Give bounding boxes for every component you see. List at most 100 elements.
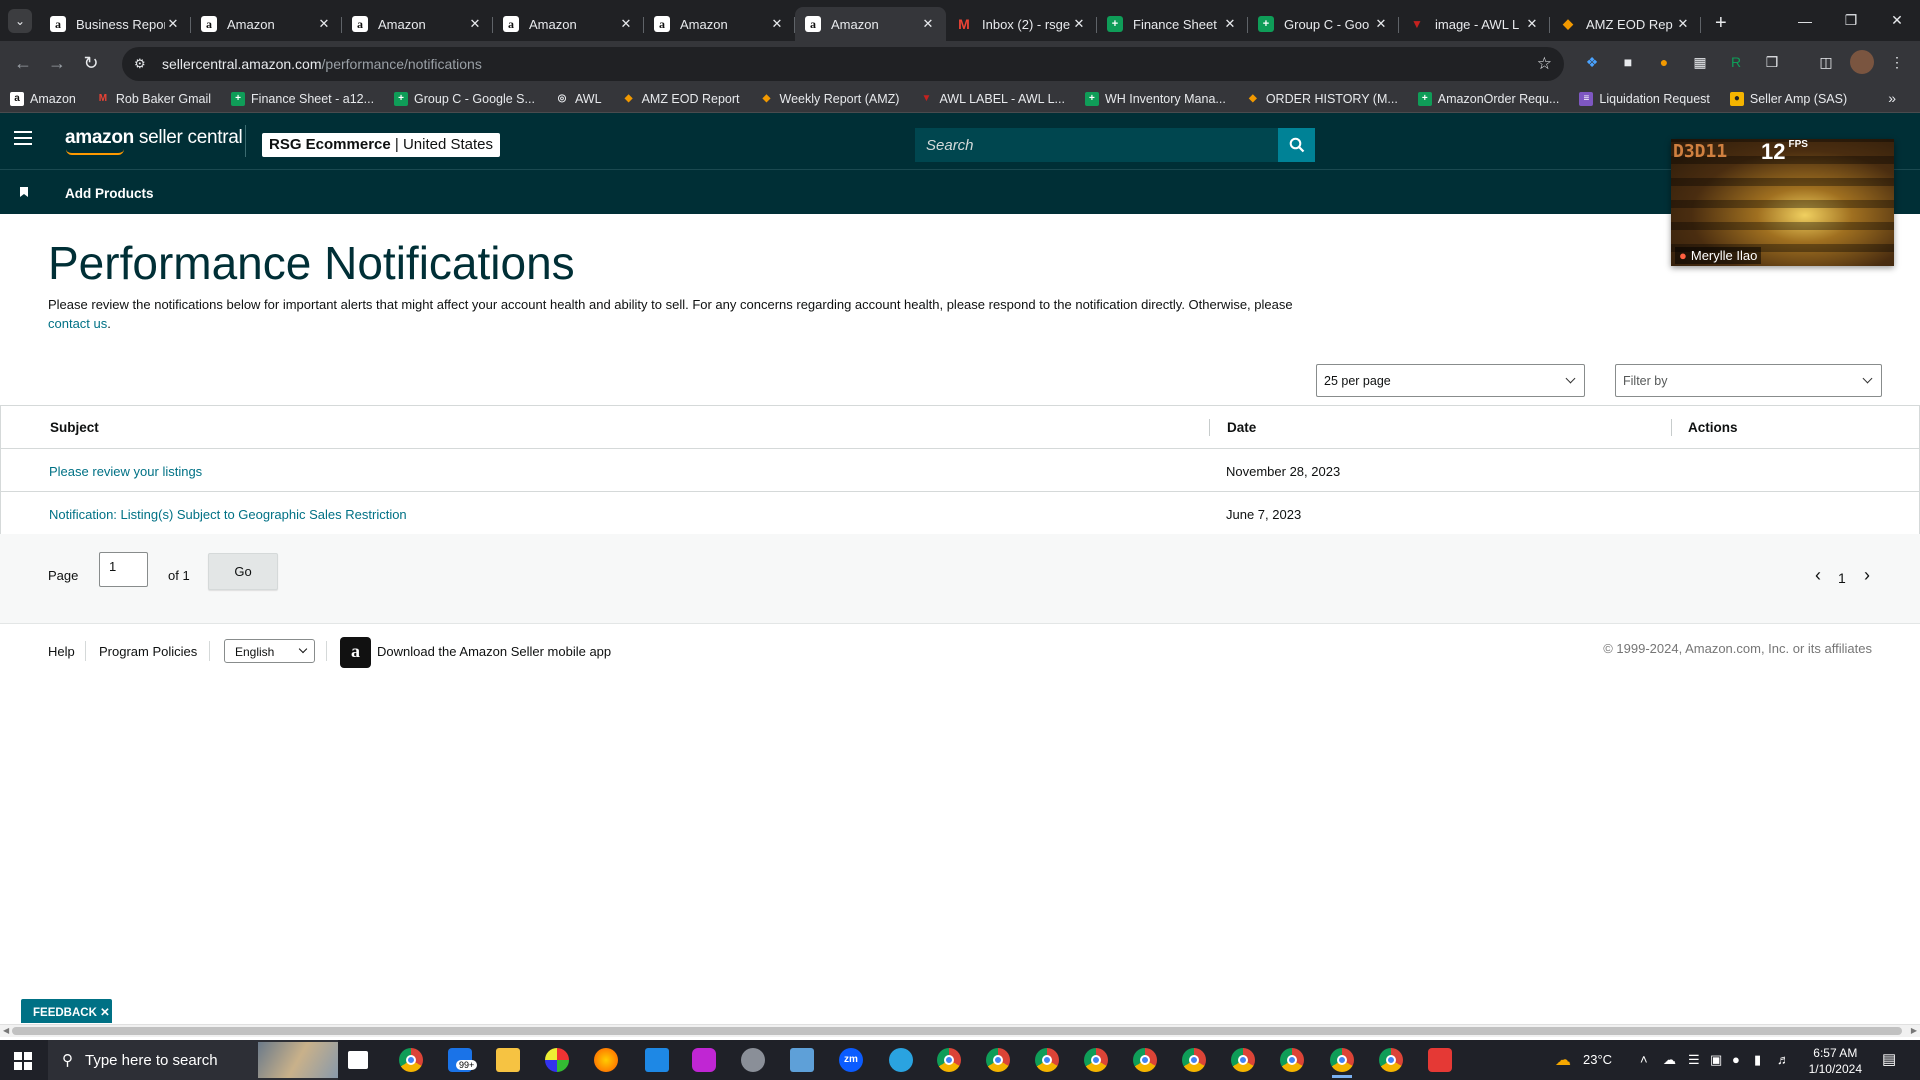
cloud-icon[interactable]: ☁	[1663, 1052, 1676, 1068]
extension-chart-icon[interactable]: ▦	[1688, 50, 1712, 74]
notifications-icon[interactable]: ▤	[1882, 1050, 1896, 1068]
language-select[interactable]: English	[224, 639, 315, 663]
microphone-icon[interactable]: ●	[1732, 1052, 1740, 1067]
extension-diamond-icon[interactable]: ❖	[1580, 50, 1604, 74]
tab-close-icon[interactable]: ✕	[618, 16, 634, 32]
close-window-icon[interactable]: ✕	[1874, 0, 1920, 41]
bookmark-icon[interactable]	[20, 187, 28, 197]
column-header-subject[interactable]: Subject	[50, 420, 99, 435]
chrome-profile-icon[interactable]	[1231, 1048, 1255, 1072]
current-page-number[interactable]: 1	[1838, 570, 1846, 586]
zoom-icon[interactable]: zm	[839, 1048, 863, 1072]
bookmark-item[interactable]: M Rob Baker Gmail	[96, 92, 211, 106]
forward-arrow-icon[interactable]: →	[40, 46, 74, 80]
column-header-date[interactable]: Date	[1227, 420, 1256, 435]
reload-icon[interactable]: ↻	[74, 46, 108, 80]
wps-office-icon[interactable]	[692, 1048, 716, 1072]
weather-icon[interactable]: ☁	[1555, 1050, 1571, 1070]
bookmark-item[interactable]: ≡ Liquidation Request	[1579, 91, 1710, 106]
taskbar-search-box[interactable]: ⚲ Type here to search	[48, 1040, 338, 1080]
chrome-profile-icon[interactable]	[1084, 1048, 1108, 1072]
taskbar-clock[interactable]: 6:57 AM 1/10/2024	[1809, 1045, 1862, 1077]
bookmark-item[interactable]: ◆ Weekly Report (AMZ)	[760, 92, 900, 106]
bookmark-item[interactable]: ● Seller Amp (SAS)	[1729, 91, 1847, 106]
tab-close-icon[interactable]: ✕	[316, 16, 332, 32]
browser-tab[interactable]: a Amazon ✕	[342, 7, 493, 41]
bookmark-item[interactable]: + WH Inventory Mana...	[1084, 91, 1226, 106]
chrome-profile-icon[interactable]	[1035, 1048, 1059, 1072]
feedback-button[interactable]: FEEDBACK ✕	[21, 999, 112, 1023]
weather-temp[interactable]: 23°C	[1583, 1052, 1612, 1067]
download-app-link[interactable]: Download the Amazon Seller mobile app	[377, 644, 611, 659]
tab-close-icon[interactable]: ✕	[165, 16, 181, 32]
bookmark-item[interactable]: ◆ ORDER HISTORY (M...	[1246, 92, 1398, 106]
volume-icon[interactable]: ♬	[1777, 1052, 1790, 1067]
windows-start-icon[interactable]	[14, 1052, 32, 1070]
battery-icon[interactable]: ▮	[1754, 1052, 1761, 1068]
mail-taskbar-icon[interactable]: 99+	[448, 1048, 478, 1072]
page-number-input[interactable]: 1	[99, 552, 148, 587]
extension-r-icon[interactable]: R	[1724, 50, 1748, 74]
side-panel-icon[interactable]: ◫	[1814, 50, 1838, 74]
previous-page-icon[interactable]: ‹	[1815, 565, 1821, 586]
task-view-icon[interactable]	[348, 1051, 368, 1069]
subnav-add-products[interactable]: Add Products	[65, 186, 154, 201]
chrome-profile-icon[interactable]	[986, 1048, 1010, 1072]
browser-tab-active[interactable]: a Amazon ✕	[795, 7, 946, 41]
scroll-right-icon[interactable]: ▶	[1911, 1026, 1917, 1035]
chrome-profile-icon[interactable]	[1182, 1048, 1206, 1072]
network-icon[interactable]: ☰	[1688, 1052, 1700, 1068]
amazon-seller-app-icon[interactable]: a	[340, 637, 371, 668]
bookmark-item[interactable]: ▼ AWL LABEL - AWL L...	[919, 92, 1064, 106]
address-bar[interactable]: ⚙ sellercentral.amazon.com/performance/n…	[122, 47, 1564, 81]
tab-close-icon[interactable]: ✕	[920, 16, 936, 32]
bookmark-item[interactable]: + Finance Sheet - a12...	[231, 91, 374, 106]
horizontal-scrollbar[interactable]: ◀ ▶	[0, 1024, 1920, 1037]
contact-us-link[interactable]: contact us	[48, 316, 107, 331]
browser-tab[interactable]: a Amazon ✕	[191, 7, 342, 41]
chrome-menu-icon[interactable]: ⋮	[1885, 50, 1909, 74]
calculator-icon[interactable]	[645, 1048, 669, 1072]
new-tab-plus-icon[interactable]: +	[1715, 12, 1727, 35]
chrome-profile-icon[interactable]	[1133, 1048, 1157, 1072]
snipping-tool-icon[interactable]	[741, 1048, 765, 1072]
tab-close-icon[interactable]: ✕	[1524, 16, 1540, 32]
bookmark-item[interactable]: a Amazon	[10, 91, 76, 106]
next-page-icon[interactable]: ›	[1864, 565, 1870, 586]
video-call-overlay[interactable]: D3D11 12 FPS ● Merylle Ilao	[1671, 139, 1894, 266]
back-arrow-icon[interactable]: ←	[6, 46, 40, 80]
bookmark-item[interactable]: ◎ AWL	[555, 92, 602, 106]
chrome-profile-icon[interactable]	[1379, 1048, 1403, 1072]
firefox-icon[interactable]	[594, 1048, 618, 1072]
scrollbar-thumb[interactable]	[12, 1027, 1902, 1035]
meet-now-icon[interactable]: ▣	[1710, 1052, 1722, 1068]
extension-off-icon[interactable]: ■	[1616, 50, 1640, 74]
chrome-taskbar-icon[interactable]	[399, 1048, 423, 1072]
telegram-icon[interactable]	[889, 1048, 913, 1072]
bookmark-star-icon[interactable]: ☆	[1537, 54, 1552, 74]
r-app-icon[interactable]	[1428, 1048, 1452, 1072]
tray-overflow-icon[interactable]: ˄	[1640, 1052, 1648, 1067]
browser-tab[interactable]: M Inbox (2) - rsge ✕	[946, 7, 1097, 41]
search-input[interactable]	[915, 128, 1278, 162]
tab-close-icon[interactable]: ✕	[1675, 16, 1691, 32]
profile-avatar[interactable]	[1850, 50, 1874, 74]
scroll-left-icon[interactable]: ◀	[3, 1026, 9, 1035]
bookmark-item[interactable]: + AmazonOrder Requ...	[1417, 91, 1559, 106]
more-bookmarks-icon[interactable]: »	[1888, 90, 1896, 106]
go-button[interactable]: Go	[208, 553, 278, 590]
chrome-profile-icon-active[interactable]	[1330, 1048, 1354, 1078]
hamburger-menu-icon[interactable]	[14, 131, 32, 149]
browser-tab[interactable]: + Group C - Goo ✕	[1248, 7, 1399, 41]
tab-close-icon[interactable]: ✕	[769, 16, 785, 32]
minimize-icon[interactable]: —	[1782, 0, 1828, 41]
site-info-icon[interactable]: ⚙	[134, 56, 156, 72]
close-icon[interactable]: ✕	[100, 1007, 110, 1019]
tab-close-icon[interactable]: ✕	[467, 16, 483, 32]
store-switcher[interactable]: RSG Ecommerce | United States	[262, 133, 501, 157]
bookmark-item[interactable]: ◆ AMZ EOD Report	[622, 92, 740, 106]
tab-search-chevron-icon[interactable]: ⌄	[8, 9, 32, 33]
seller-central-logo[interactable]: amazon seller central	[65, 127, 243, 149]
restore-icon[interactable]: ❐	[1828, 0, 1874, 41]
notification-subject-link[interactable]: Please review your listings	[49, 464, 202, 479]
